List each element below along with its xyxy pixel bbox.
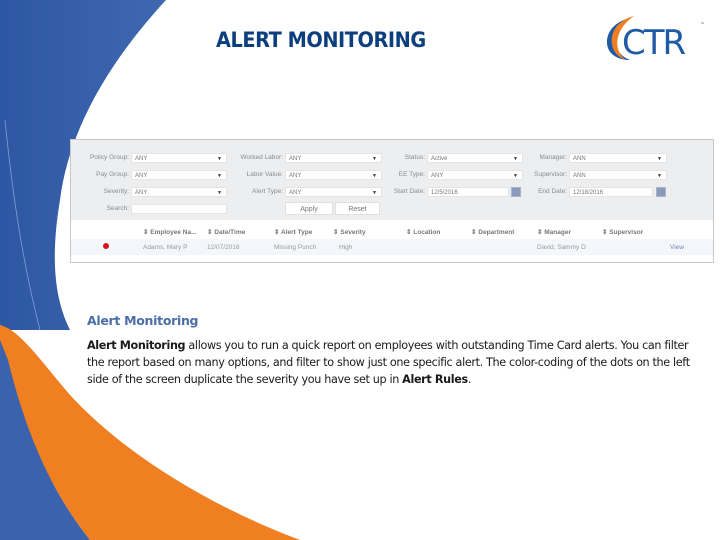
cell-datetime: 12/07/2016 bbox=[207, 244, 240, 251]
alert-type-label: Alert Type: bbox=[252, 188, 283, 195]
worked-labor-value: ANY bbox=[289, 156, 302, 162]
policy-group-select[interactable]: ANY ▼ bbox=[131, 153, 227, 163]
status-label: Status: bbox=[404, 154, 425, 161]
column-label: Manager bbox=[544, 229, 571, 236]
column-label: Location bbox=[413, 229, 441, 236]
sort-icon: ⇕ bbox=[333, 229, 339, 236]
supervisor-value: ANN bbox=[573, 173, 586, 179]
logo-trademark: ™ bbox=[700, 22, 705, 28]
sort-icon: ⇕ bbox=[207, 229, 213, 236]
sort-icon: ⇕ bbox=[602, 229, 608, 236]
ctr-logo: CTR ™ bbox=[606, 16, 705, 63]
severity-select[interactable]: ANY ▼ bbox=[131, 187, 227, 197]
sort-icon: ⇕ bbox=[274, 229, 280, 236]
cell-severity: High bbox=[339, 244, 353, 251]
column-header-alert-type[interactable]: ⇕ Alert Type bbox=[274, 228, 312, 236]
start-date-input[interactable]: 12/5/2016 bbox=[427, 187, 509, 197]
end-date-input[interactable]: 12/18/2016 bbox=[569, 187, 653, 197]
policy-group-label: Policy Group: bbox=[89, 154, 129, 161]
description-paragraph: Alert Monitoring allows you to run a qui… bbox=[87, 337, 707, 388]
alert-monitoring-panel: Policy Group: ANY ▼ Pay Group: ANY ▼ Sev… bbox=[70, 139, 714, 263]
manager-value: ANN bbox=[573, 156, 586, 162]
supervisor-select[interactable]: ANN ▼ bbox=[569, 170, 667, 180]
manager-label: Manager: bbox=[539, 154, 567, 161]
cell-employee: Adams, Mary P bbox=[143, 244, 188, 251]
sort-icon: ⇕ bbox=[537, 229, 543, 236]
pay-group-select[interactable]: ANY ▼ bbox=[131, 170, 227, 180]
column-label: Employee Na... bbox=[150, 229, 197, 236]
chevron-down-icon: ▼ bbox=[657, 173, 662, 179]
column-label: Supervisor bbox=[609, 229, 644, 236]
calendar-icon[interactable] bbox=[656, 187, 666, 197]
chevron-down-icon: ▼ bbox=[217, 190, 222, 196]
severity-value: ANY bbox=[135, 190, 148, 196]
column-header-employee[interactable]: ⇕ Employee Na... bbox=[143, 228, 197, 236]
policy-group-value: ANY bbox=[135, 156, 148, 162]
pay-group-label: Pay Group: bbox=[96, 171, 129, 178]
alert-type-value: ANY bbox=[289, 190, 302, 196]
column-header-datetime[interactable]: ⇕ Date/Time bbox=[207, 228, 245, 236]
start-date-label: Start Date: bbox=[393, 188, 425, 195]
manager-select[interactable]: ANN ▼ bbox=[569, 153, 667, 163]
sort-icon: ⇕ bbox=[143, 229, 149, 236]
column-label: Date/Time bbox=[214, 229, 246, 236]
ee-type-label: EE Type: bbox=[398, 171, 425, 178]
sort-icon: ⇕ bbox=[406, 229, 412, 236]
supervisor-label: Supervisor: bbox=[534, 171, 567, 178]
background-decoration bbox=[0, 0, 300, 540]
start-date-value: 12/5/2016 bbox=[431, 190, 458, 196]
pay-group-value: ANY bbox=[135, 173, 148, 179]
column-header-location[interactable]: ⇕ Location bbox=[406, 228, 440, 236]
cell-manager: David, Sammy D bbox=[537, 244, 586, 251]
column-header-supervisor[interactable]: ⇕ Supervisor bbox=[602, 228, 643, 236]
labor-value-label: Labor Value: bbox=[246, 171, 283, 178]
chevron-down-icon: ▼ bbox=[217, 173, 222, 179]
description-end: . bbox=[467, 373, 472, 386]
severity-dot-icon bbox=[103, 243, 109, 249]
column-header-department[interactable]: ⇕ Department bbox=[471, 228, 514, 236]
alert-rules-text: Alert Rules bbox=[402, 373, 468, 386]
reset-button[interactable]: Reset bbox=[335, 202, 380, 215]
column-label: Alert Type bbox=[281, 229, 313, 236]
chevron-down-icon: ▼ bbox=[657, 156, 662, 162]
lead-bold-text: Alert Monitoring bbox=[87, 339, 186, 352]
labor-value-value: ANY bbox=[289, 173, 302, 179]
end-date-label: End Date: bbox=[538, 188, 567, 195]
search-input[interactable] bbox=[131, 204, 227, 214]
column-header-severity[interactable]: ⇕ Severity bbox=[333, 228, 366, 236]
view-link[interactable]: View bbox=[670, 244, 684, 251]
column-label: Severity bbox=[340, 229, 366, 236]
logo-text: CTR bbox=[622, 23, 686, 63]
section-heading: Alert Monitoring bbox=[87, 313, 199, 328]
end-date-value: 12/18/2016 bbox=[573, 190, 604, 196]
column-header-manager[interactable]: ⇕ Manager bbox=[537, 228, 571, 236]
column-label: Department bbox=[478, 229, 515, 236]
slide-title: ALERT MONITORING bbox=[216, 28, 426, 52]
severity-label: Severity: bbox=[103, 188, 129, 195]
sort-icon: ⇕ bbox=[471, 229, 477, 236]
cell-alert-type: Missing Punch bbox=[274, 244, 317, 251]
status-value: Active bbox=[431, 156, 448, 162]
worked-labor-label: Worked Labor: bbox=[240, 154, 283, 161]
search-label: Search: bbox=[106, 205, 129, 212]
ee-type-value: ANY bbox=[431, 173, 444, 179]
apply-button[interactable]: Apply bbox=[285, 202, 333, 215]
filter-area: Policy Group: ANY ▼ Pay Group: ANY ▼ Sev… bbox=[71, 140, 713, 220]
chevron-down-icon: ▼ bbox=[217, 156, 222, 162]
